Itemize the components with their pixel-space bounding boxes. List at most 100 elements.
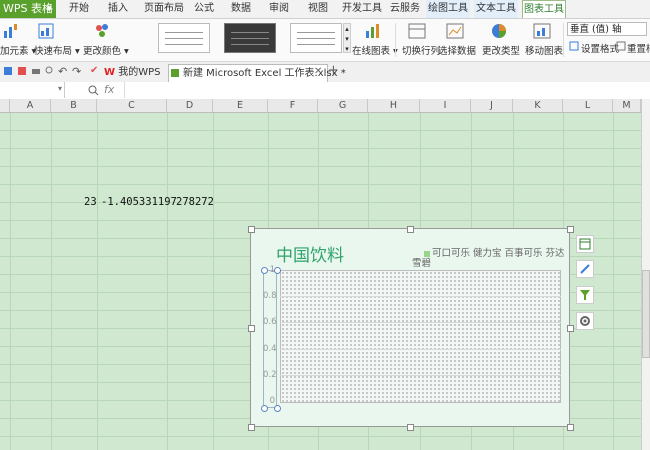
col-header[interactable]: J [471, 99, 513, 112]
menu-developer[interactable]: 开发工具 [342, 0, 382, 18]
y-tick-label: 0.8 [263, 291, 277, 302]
col-header[interactable]: I [420, 99, 471, 112]
fx-button[interactable]: fx [104, 83, 114, 96]
zoom-icon[interactable] [88, 85, 99, 96]
col-header[interactable]: A [10, 99, 51, 112]
online-chart-button[interactable]: 在线图表 ▾ [352, 43, 398, 57]
save-icon[interactable] [3, 66, 13, 76]
change-color-button[interactable]: 更改颜色 ▾ [83, 43, 129, 57]
axis-handle[interactable] [274, 405, 281, 412]
col-header[interactable]: F [268, 99, 318, 112]
new-tab-icon[interactable]: + [328, 63, 339, 78]
menu-bar: WPS 表格 ▾ 开始 插入 页面布局 公式 数据 审阅 视图 开发工具 云服务 … [0, 0, 650, 19]
axis-handle[interactable] [261, 405, 268, 412]
chart-settings-button[interactable] [576, 312, 594, 330]
tab-document[interactable]: 新建 Microsoft Excel 工作表.xlsx * [168, 64, 346, 82]
reset-icon[interactable] [616, 41, 626, 51]
chart-style-2[interactable] [224, 23, 276, 53]
menu-page-layout[interactable]: 页面布局 [140, 0, 188, 18]
col-header[interactable]: K [513, 99, 563, 112]
online-chart-icon[interactable] [364, 22, 382, 40]
close-tab-icon[interactable]: ✕ [314, 66, 322, 77]
col-header[interactable]: E [213, 99, 268, 112]
preview-icon[interactable] [45, 66, 55, 76]
change-type-button[interactable]: 更改类型 [482, 43, 520, 57]
axis-handle[interactable] [261, 267, 268, 274]
element-selector-dropdown[interactable]: 垂直 (值) 轴 [567, 22, 647, 36]
cell-c[interactable]: -1.405331197 [101, 196, 177, 208]
resize-handle[interactable] [248, 325, 255, 332]
chart-filter-button[interactable] [576, 286, 594, 304]
format-icon[interactable] [569, 41, 579, 51]
undo-icon[interactable]: ↶ [58, 65, 67, 78]
move-chart-button[interactable]: 移动图表 [525, 43, 563, 57]
menu-drawing-tools[interactable]: 绘图工具 [426, 0, 470, 18]
chart-style-button[interactable] [576, 260, 594, 278]
gear-icon [580, 316, 590, 326]
chart-style-1[interactable] [158, 23, 210, 53]
resize-handle[interactable] [567, 325, 574, 332]
col-header[interactable]: D [167, 99, 213, 112]
resize-handle[interactable] [407, 226, 414, 233]
scrollbar-thumb[interactable] [642, 270, 650, 358]
grid-line [51, 113, 52, 450]
ribbon-divider [395, 23, 396, 57]
app-menu-button[interactable]: WPS 表格 ▾ [0, 0, 56, 18]
menu-text-tools[interactable]: 文本工具 [474, 0, 518, 18]
reset-button[interactable]: 重置样 [627, 41, 650, 55]
select-all-corner[interactable] [0, 99, 10, 112]
col-header[interactable]: G [318, 99, 368, 112]
col-header[interactable]: H [368, 99, 420, 112]
pie-chart-icon[interactable] [490, 22, 508, 40]
export-pdf-icon[interactable] [17, 66, 27, 76]
col-header[interactable]: M [613, 99, 641, 112]
grid-line [213, 113, 214, 450]
chart-elements-button[interactable] [576, 235, 594, 253]
cell-d[interactable]: 278272 [176, 196, 214, 208]
chart-style-3[interactable] [290, 23, 342, 53]
tab-my-wps[interactable]: W 我的WPS [104, 64, 160, 82]
col-header[interactable]: L [563, 99, 613, 112]
plot-area[interactable] [280, 270, 561, 403]
redo-icon[interactable]: ↷ [72, 65, 81, 78]
add-element-button[interactable]: 加元素 ▾ [0, 43, 36, 57]
menu-insert[interactable]: 插入 [103, 0, 133, 18]
cell-b[interactable]: 23 [84, 196, 97, 208]
resize-handle[interactable] [248, 424, 255, 431]
quick-layout-button[interactable]: 快速布局 ▾ [34, 43, 80, 57]
resize-handle[interactable] [567, 226, 574, 233]
col-header[interactable]: B [51, 99, 97, 112]
switch-row-col-button[interactable]: 切换行列 [402, 43, 440, 57]
add-element-icon[interactable] [2, 23, 18, 39]
menu-data[interactable]: 数据 [228, 0, 254, 18]
menu-formula[interactable]: 公式 [191, 0, 217, 18]
name-box[interactable] [0, 82, 65, 98]
move-chart-icon[interactable] [533, 22, 551, 40]
formula-input[interactable] [124, 82, 640, 98]
y-gridline [280, 322, 561, 324]
formula-bar: ▾ fx [0, 82, 650, 100]
axis-handle[interactable] [274, 267, 281, 274]
print-icon[interactable] [31, 66, 41, 76]
select-data-icon[interactable] [446, 22, 464, 40]
name-box-dropdown-icon[interactable]: ▾ [58, 84, 62, 93]
menu-cloud[interactable]: 云服务 [388, 0, 422, 18]
palette-icon[interactable] [94, 22, 110, 40]
resize-handle[interactable] [567, 424, 574, 431]
set-format-button[interactable]: 设置格式 [581, 41, 619, 55]
menu-view[interactable]: 视图 [305, 0, 331, 18]
switch-row-col-icon[interactable] [408, 22, 426, 40]
gallery-scroll[interactable]: ▴ ▾ ▾ [343, 23, 351, 53]
chart-legend[interactable]: 可口可乐 健力宝 百事可乐 芬达 [424, 245, 565, 259]
quick-layout-icon[interactable] [38, 23, 54, 39]
col-header[interactable]: C [97, 99, 167, 112]
menu-review[interactable]: 审阅 [266, 0, 292, 18]
select-data-button[interactable]: 选择数据 [438, 43, 476, 57]
menu-home[interactable]: 开始 [64, 0, 94, 18]
pin-icon[interactable]: ✔ [90, 65, 98, 76]
resize-handle[interactable] [407, 424, 414, 431]
resize-handle[interactable] [248, 226, 255, 233]
menu-chart-tools[interactable]: 图表工具 [522, 0, 566, 18]
chart-legend-row2[interactable]: 雪碧 [412, 255, 431, 269]
chart-title[interactable]: 中国饮料 [276, 241, 344, 266]
